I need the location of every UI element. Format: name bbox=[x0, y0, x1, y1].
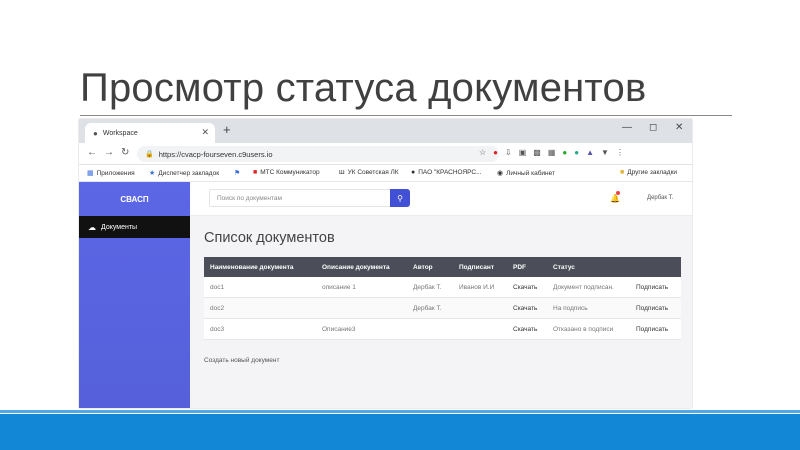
search-button[interactable]: ⚲ bbox=[390, 189, 410, 207]
star-icon: ★ bbox=[149, 170, 156, 177]
globe-icon: ● bbox=[93, 128, 98, 138]
extension-icons: ☆ ● ⇩ ▣ ▩ ▦ ● ● ▲ ▼ ⋮ bbox=[479, 148, 624, 157]
doc-author: Дербак Т. bbox=[413, 284, 442, 291]
sidebar-item-label: Документы bbox=[101, 223, 138, 231]
minimize-icon[interactable]: — bbox=[622, 122, 632, 133]
main-content: Список документов Наименование документа… bbox=[190, 216, 692, 408]
extension-icon[interactable]: ▼ bbox=[601, 148, 609, 157]
doc-name: doc2 bbox=[210, 305, 225, 312]
tab-title: Workspace bbox=[102, 129, 138, 137]
doc-name: doc1 bbox=[210, 284, 225, 291]
star-icon[interactable]: ☆ bbox=[479, 148, 486, 157]
mts-logo-icon: ■ bbox=[253, 169, 258, 176]
cabinet-icon: ◉ bbox=[497, 170, 504, 177]
cloud-icon: ☁ bbox=[88, 222, 96, 232]
flag-icon: ⚑ bbox=[234, 170, 241, 177]
bookmark-manager[interactable]: ★ Диспетчер закладок bbox=[149, 169, 219, 177]
sidebar-item-documents[interactable]: ☁ Документы bbox=[79, 216, 190, 238]
table-row: doc1 описание 1 Дербак Т. Иванов И.И Ска… bbox=[204, 277, 681, 298]
extension-icon[interactable]: ▲ bbox=[586, 148, 594, 157]
extension-icon[interactable]: ● bbox=[574, 148, 579, 157]
doc-signer: Иванов И.И bbox=[459, 284, 495, 291]
extension-icon[interactable]: ▩ bbox=[533, 148, 541, 157]
close-tab-icon[interactable]: ✕ bbox=[201, 127, 209, 138]
bookmarks-bar: ▦ Приложения ★ Диспетчер закладок ⚑ ■ МТС К… bbox=[79, 165, 692, 182]
globe-icon: ● bbox=[411, 169, 416, 176]
extension-icon[interactable]: ▣ bbox=[519, 148, 527, 157]
url-field[interactable]: 🔒 https://cvacp-fourseven.c9users.io bbox=[137, 146, 499, 162]
create-document-link[interactable]: Создать новый документ bbox=[204, 357, 279, 364]
tab-bar: ● Workspace ✕ + — ◻ ✕ bbox=[79, 119, 692, 143]
table-row: doc2 Дербак Т. Скачать На подпись Подпис… bbox=[204, 298, 681, 319]
search-input[interactable] bbox=[209, 189, 391, 207]
sidebar: СВАСП ☁ Документы bbox=[79, 182, 190, 408]
lock-icon: 🔒 bbox=[145, 151, 154, 158]
bookmark-apps[interactable]: ▦ Приложения bbox=[87, 169, 135, 177]
download-link[interactable]: Скачать bbox=[513, 284, 537, 291]
doc-description: Описание3 bbox=[322, 326, 356, 333]
slide: Просмотр статуса документов ● Workspace … bbox=[0, 0, 800, 450]
sign-link[interactable]: Подписать bbox=[636, 305, 668, 312]
more-menu-icon[interactable]: ⋮ bbox=[616, 148, 624, 157]
download-link[interactable]: Скачать bbox=[513, 305, 537, 312]
extension-icon[interactable]: ▦ bbox=[548, 148, 556, 157]
reload-icon[interactable]: ↻ bbox=[121, 147, 129, 158]
bookmark-flag[interactable]: ⚑ bbox=[234, 169, 243, 177]
documents-table: Наименование документа Описание документ… bbox=[204, 257, 681, 340]
page-title: Список документов bbox=[204, 230, 335, 246]
brand-logo[interactable]: СВАСП bbox=[79, 182, 190, 216]
download-icon[interactable]: ⇩ bbox=[505, 148, 512, 157]
address-bar: ← → ↻ 🔒 https://cvacp-fourseven.c9users.… bbox=[79, 143, 692, 165]
url-text: https://cvacp-fourseven.c9users.io bbox=[158, 149, 273, 159]
app-topbar: ⚲ 🔔 Дербак Т. bbox=[190, 182, 692, 216]
download-link[interactable]: Скачать bbox=[513, 326, 537, 333]
doc-status: Документ подписан. bbox=[553, 284, 614, 291]
footer-band bbox=[0, 414, 800, 450]
maximize-icon[interactable]: ◻ bbox=[649, 122, 657, 133]
bell-icon[interactable]: 🔔 bbox=[610, 194, 620, 203]
bookmark-uk[interactable]: ш УК Советская ЛК bbox=[339, 169, 399, 176]
footer-accent-line bbox=[0, 410, 800, 413]
title-rule bbox=[80, 115, 732, 116]
column-header: Автор bbox=[413, 264, 433, 271]
column-header: Статус bbox=[553, 264, 575, 271]
apps-grid-icon: ▦ bbox=[87, 170, 94, 177]
table-row: doc3 Описание3 Скачать Отказано в подпис… bbox=[204, 319, 681, 340]
slide-title: Просмотр статуса документов bbox=[80, 66, 647, 110]
bookmark-other[interactable]: ■ Другие закладки bbox=[620, 169, 677, 176]
back-arrow-icon[interactable]: ← bbox=[87, 147, 97, 158]
folder-icon: ■ bbox=[620, 169, 625, 176]
search-icon: ⚲ bbox=[397, 193, 403, 203]
doc-name: doc3 bbox=[210, 326, 225, 333]
browser-screenshot: ● Workspace ✕ + — ◻ ✕ ← → ↻ 🔒 https://cv… bbox=[79, 119, 692, 408]
doc-author: Дербак Т. bbox=[413, 305, 442, 312]
doc-description: описание 1 bbox=[322, 284, 356, 291]
table-header: Наименование документа Описание документ… bbox=[204, 257, 681, 277]
doc-status: Отказано в подписи bbox=[553, 326, 614, 333]
column-header: Подписант bbox=[459, 264, 495, 271]
column-header: Наименование документа bbox=[210, 264, 294, 271]
doc-status: На подпись bbox=[553, 305, 588, 312]
uk-logo-icon: ш bbox=[339, 169, 345, 176]
column-header: PDF bbox=[513, 264, 526, 271]
bookmark-mts[interactable]: ■ МТС Коммуникатор bbox=[253, 169, 320, 176]
forward-arrow-icon[interactable]: → bbox=[104, 147, 114, 158]
sign-link[interactable]: Подписать bbox=[636, 326, 668, 333]
extension-icon[interactable]: ● bbox=[562, 148, 567, 157]
window-close-icon[interactable]: ✕ bbox=[675, 122, 683, 133]
web-app: СВАСП ☁ Документы ⚲ 🔔 Дербак Т. Список д… bbox=[79, 182, 692, 408]
bookmark-pao[interactable]: ● ПАО "КРАСНОЯРС... bbox=[411, 169, 482, 176]
opera-icon[interactable]: ● bbox=[493, 148, 498, 157]
sign-link[interactable]: Подписать bbox=[636, 284, 668, 291]
browser-tab[interactable]: ● Workspace ✕ bbox=[85, 123, 215, 143]
notification-badge bbox=[616, 191, 620, 195]
bookmark-cabinet[interactable]: ◉ Личный кабинет bbox=[497, 169, 555, 177]
user-name[interactable]: Дербак Т. bbox=[647, 195, 673, 201]
column-header: Описание документа bbox=[322, 264, 390, 271]
new-tab-icon[interactable]: + bbox=[223, 122, 231, 137]
